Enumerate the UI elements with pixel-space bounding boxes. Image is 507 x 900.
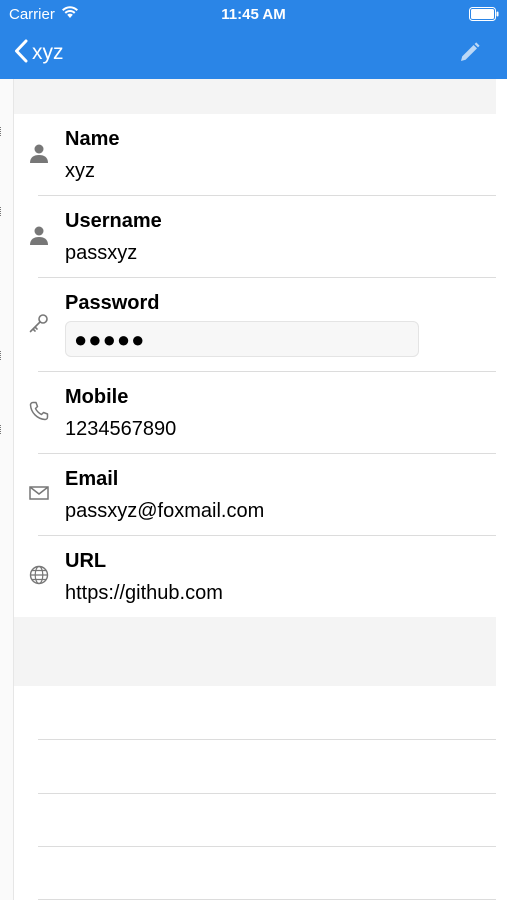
- field-label: Email: [65, 468, 119, 490]
- edge-mark: [0, 127, 3, 136]
- mail-icon: [26, 480, 52, 506]
- field-label: URL: [65, 550, 107, 572]
- navigation-bar: xyz: [0, 28, 507, 79]
- field-username[interactable]: Username passxyz: [14, 196, 496, 278]
- empty-row-separator: [38, 739, 496, 740]
- edit-button[interactable]: [456, 40, 482, 66]
- phone-icon: [26, 398, 52, 424]
- field-value: passxyz: [65, 242, 138, 264]
- top-bar: Carrier 11:45 AM xyz: [0, 0, 507, 79]
- globe-icon: [26, 562, 52, 588]
- empty-row-separator: [38, 793, 496, 794]
- empty-row-separator: [38, 846, 496, 847]
- key-icon: [26, 310, 52, 336]
- left-edge-strip: [0, 79, 14, 900]
- edge-mark: [0, 207, 3, 216]
- chevron-left-icon: [14, 39, 28, 68]
- section-footer: [14, 617, 496, 686]
- password-field[interactable]: ●●●●●: [65, 321, 419, 357]
- edge-mark: [0, 425, 3, 434]
- field-mobile[interactable]: Mobile 1234567890: [14, 372, 496, 454]
- clock: 11:45 AM: [221, 6, 286, 23]
- pencil-icon: [456, 42, 482, 70]
- field-value: passxyz@foxmail.com: [65, 500, 265, 522]
- person-icon: [26, 140, 52, 166]
- field-name[interactable]: Name xyz: [14, 114, 496, 196]
- battery-icon: [469, 7, 499, 21]
- password-dots: ●●●●●: [74, 327, 146, 352]
- field-label: Username: [65, 210, 162, 232]
- field-value: 1234567890: [65, 418, 177, 440]
- field-password[interactable]: Password ●●●●●: [14, 278, 496, 372]
- section-header: [14, 79, 496, 114]
- back-button[interactable]: xyz: [14, 39, 64, 67]
- status-bar: Carrier 11:45 AM: [0, 0, 507, 28]
- field-label: Mobile: [65, 386, 129, 408]
- field-value: xyz: [65, 160, 95, 182]
- field-url[interactable]: URL https://github.com: [14, 536, 496, 618]
- person-icon: [26, 222, 52, 248]
- back-title: xyz: [32, 41, 64, 64]
- field-label: Password: [65, 292, 160, 314]
- field-email[interactable]: Email passxyz@foxmail.com: [14, 454, 496, 536]
- field-value: https://github.com: [65, 582, 223, 604]
- field-label: Name: [65, 128, 120, 150]
- edge-mark: [0, 351, 3, 360]
